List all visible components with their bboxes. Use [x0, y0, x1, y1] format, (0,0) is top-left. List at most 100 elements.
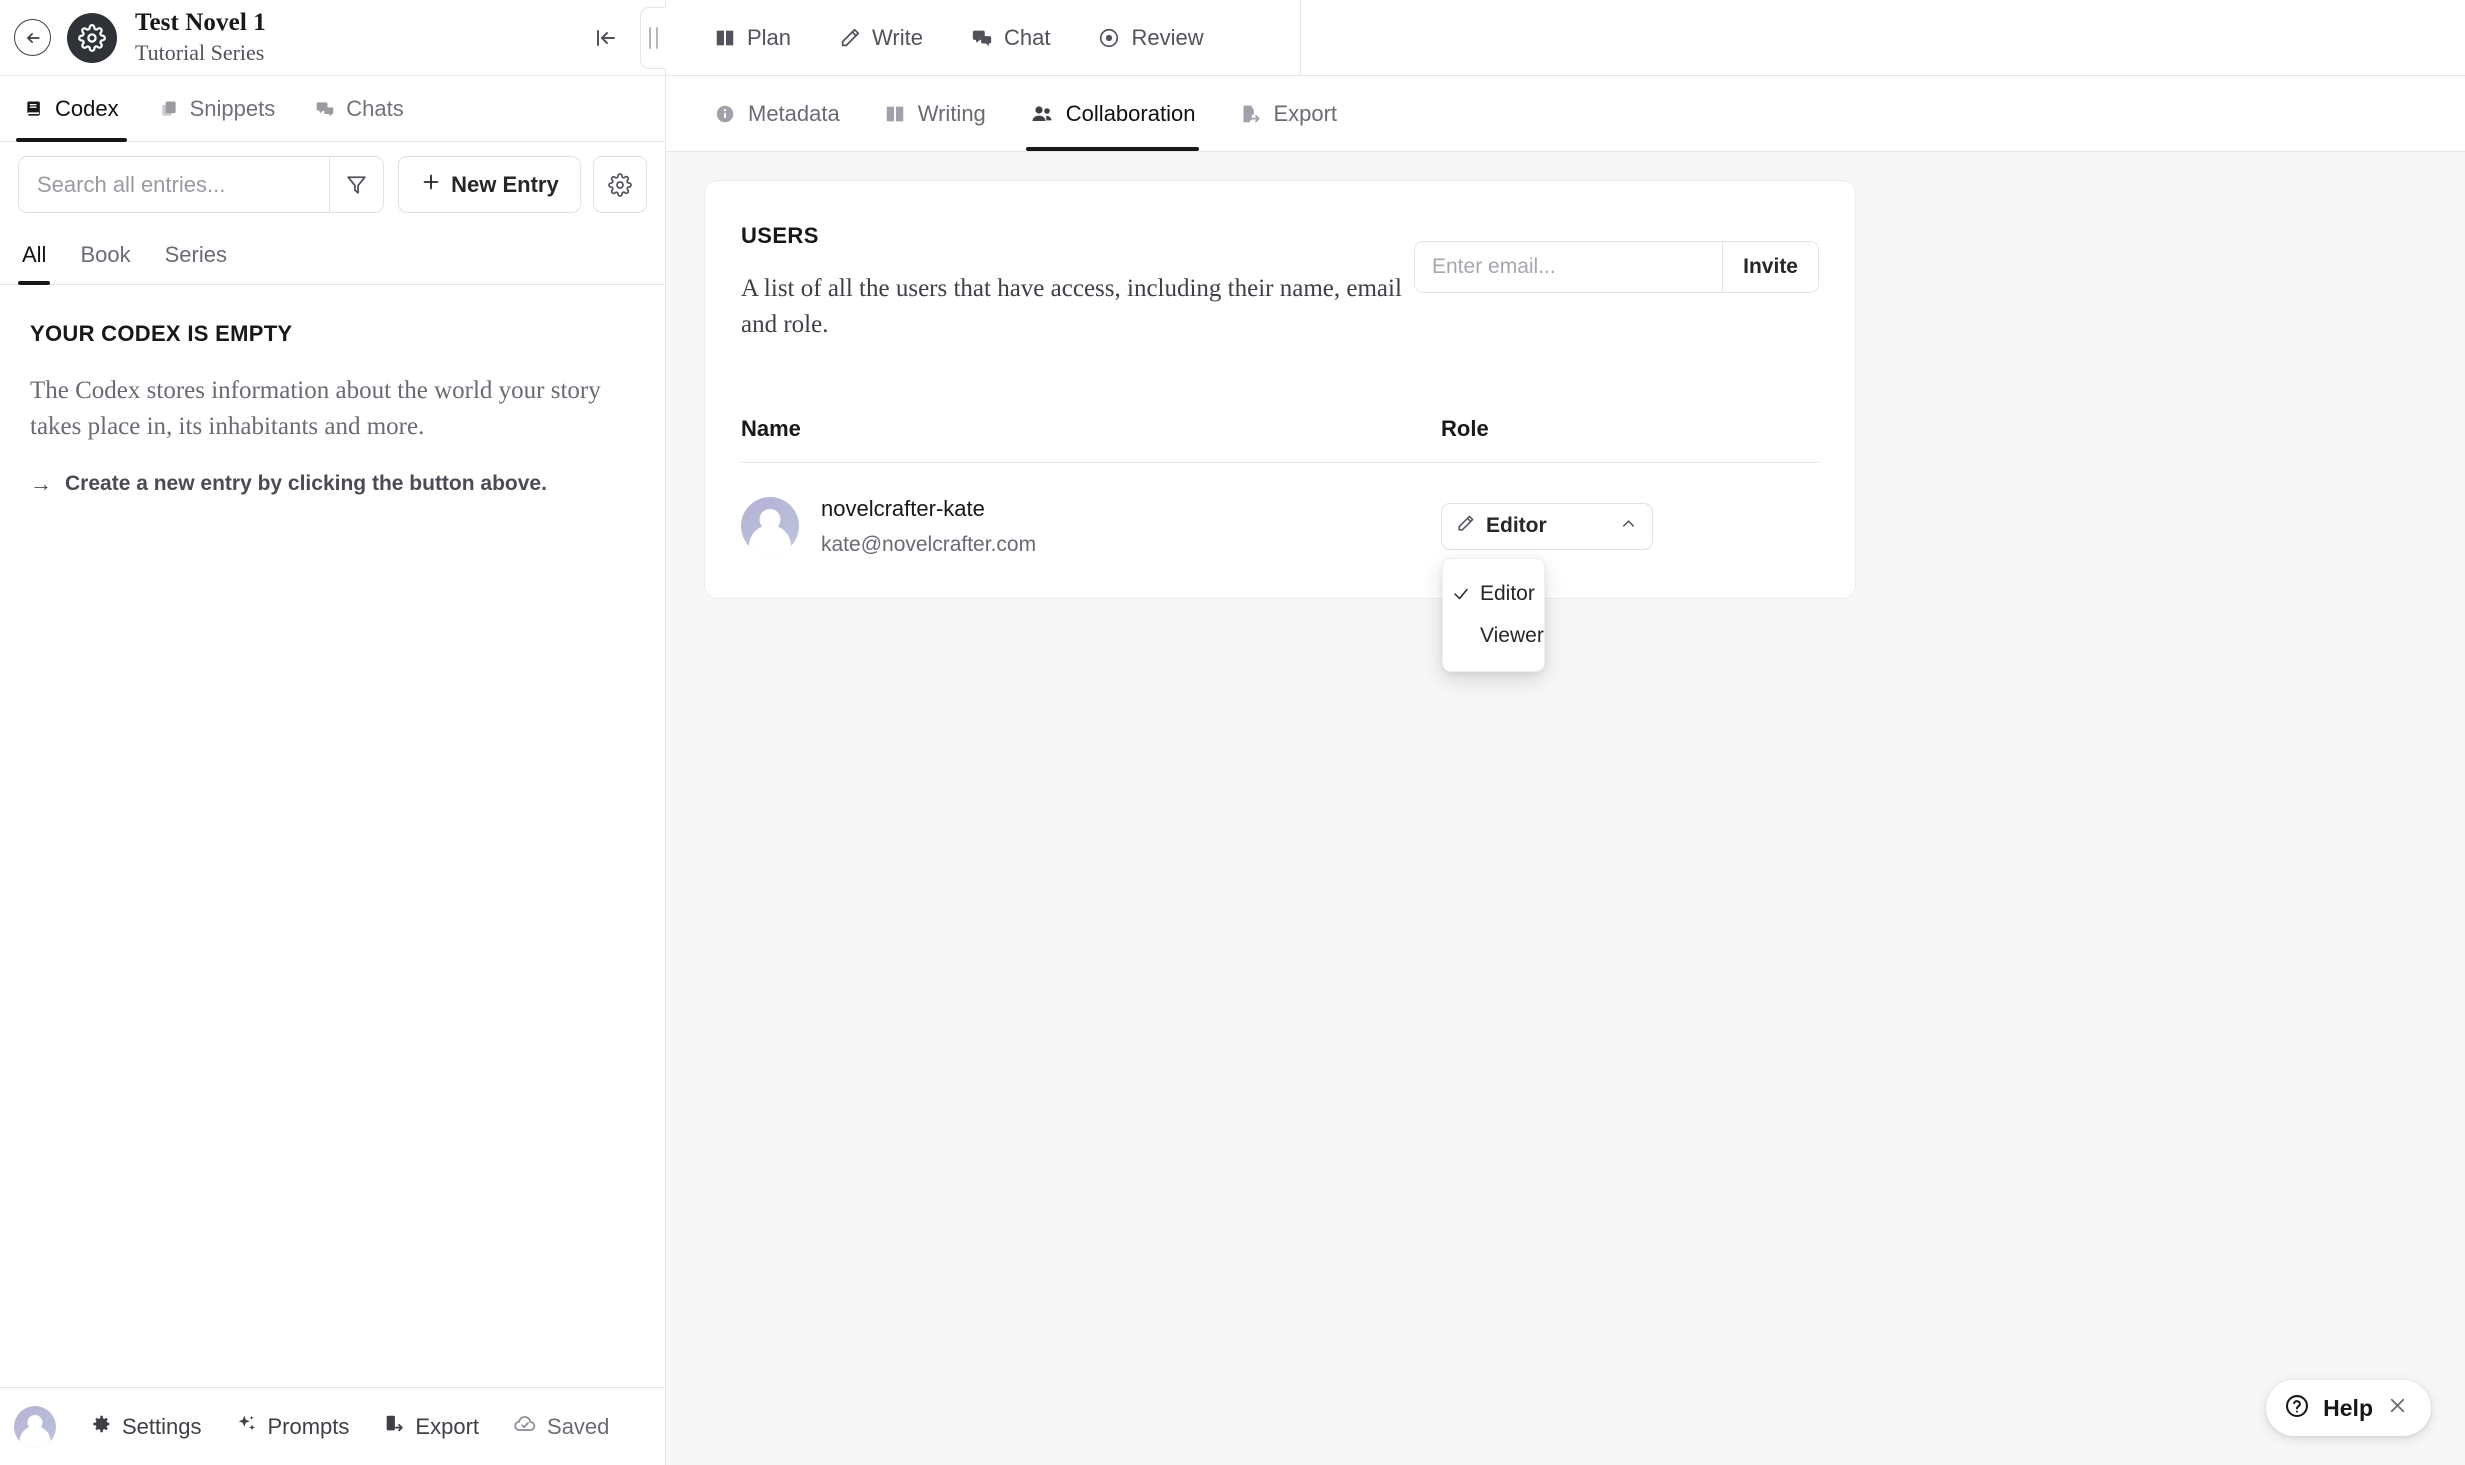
- top-nav-write[interactable]: Write: [839, 25, 923, 51]
- sub-nav-export[interactable]: Export: [1239, 76, 1337, 151]
- sub-nav-writing[interactable]: Writing: [884, 76, 986, 151]
- bottom-bar-export[interactable]: Export: [383, 1413, 479, 1441]
- pencil-icon: [1456, 514, 1475, 538]
- sub-nav-metadata-label: Metadata: [748, 100, 840, 126]
- top-nav-review[interactable]: Review: [1098, 24, 1204, 51]
- column-header-role: Role: [1441, 415, 1489, 441]
- project-titles: Test Novel 1 Tutorial Series: [135, 9, 586, 66]
- top-nav-chat[interactable]: Chat: [971, 25, 1050, 51]
- filter-tab-series-label: Series: [164, 241, 227, 267]
- sub-nav: Metadata Writing Collaboration Export: [666, 76, 2465, 152]
- project-series: Tutorial Series: [135, 39, 265, 65]
- bottom-bar-prompts[interactable]: Prompts: [236, 1413, 349, 1441]
- gear-icon[interactable]: [67, 12, 117, 63]
- empty-state-title: YOUR CODEX IS EMPTY: [30, 321, 293, 346]
- user-cell: novelcrafter-kate kate@novelcrafter.com: [741, 495, 1441, 559]
- bottom-bar-settings[interactable]: Settings: [90, 1413, 202, 1441]
- collapse-panel-icon[interactable]: [586, 18, 626, 58]
- top-nav-plan[interactable]: Plan: [714, 25, 791, 51]
- filter-tab-all-label: All: [22, 241, 47, 267]
- top-nav-review-label: Review: [1131, 24, 1204, 50]
- sidebar-tab-chats-label: Chats: [346, 95, 404, 121]
- invite-group: Invite: [1414, 241, 1819, 293]
- filter-tab-book-label: Book: [80, 241, 131, 267]
- arrow-right-icon: →: [30, 471, 52, 496]
- plus-icon: [420, 171, 442, 199]
- close-x-icon[interactable]: [2386, 1394, 2409, 1422]
- gear-icon: [90, 1413, 112, 1441]
- bottom-bar-export-label: Export: [415, 1413, 480, 1439]
- users-table-header: Name Role: [741, 416, 1819, 463]
- cloud-check-icon: [513, 1412, 537, 1442]
- avatar: [741, 497, 799, 556]
- role-option-editor-label: Editor: [1480, 581, 1535, 605]
- new-entry-button[interactable]: New Entry: [398, 156, 581, 213]
- sparkles-icon: [236, 1413, 258, 1441]
- main-panel: Plan Write Chat Review Metadata Writing …: [666, 0, 2465, 1465]
- back-arrow-icon[interactable]: [14, 19, 51, 56]
- codex-empty-state: YOUR CODEX IS EMPTY The Codex stores inf…: [0, 285, 665, 496]
- drag-handle-icon[interactable]: [640, 6, 666, 69]
- sub-nav-writing-label: Writing: [917, 100, 986, 126]
- user-identity: novelcrafter-kate kate@novelcrafter.com: [821, 495, 1036, 559]
- sub-nav-collaboration[interactable]: Collaboration: [1025, 76, 1200, 151]
- table-row: novelcrafter-kate kate@novelcrafter.com …: [741, 463, 1819, 672]
- invite-email-input[interactable]: [1415, 242, 1723, 292]
- sub-nav-export-label: Export: [1273, 100, 1338, 126]
- sidebar-tab-chats[interactable]: Chats: [313, 76, 405, 141]
- invite-button[interactable]: Invite: [1722, 242, 1818, 292]
- users-card-title: USERS: [741, 223, 819, 248]
- sidebar-tabs: Codex Snippets Chats: [0, 76, 665, 142]
- funnel-filter-icon[interactable]: [329, 156, 385, 213]
- empty-state-hint: → Create a new entry by clicking the but…: [30, 471, 635, 496]
- bottom-bar-settings-label: Settings: [122, 1413, 202, 1439]
- sub-nav-metadata[interactable]: Metadata: [714, 76, 840, 151]
- filter-tab-series[interactable]: Series: [165, 231, 227, 284]
- column-header-name: Name: [741, 415, 801, 441]
- top-nav-write-label: Write: [872, 24, 923, 50]
- project-name: Test Novel 1: [135, 8, 266, 36]
- help-widget[interactable]: Help: [2266, 1380, 2431, 1436]
- user-name: novelcrafter-kate: [821, 495, 985, 521]
- users-card-header: USERS A list of all the users that have …: [741, 223, 1819, 344]
- left-sidebar: Test Novel 1 Tutorial Series Codex Snipp…: [0, 0, 666, 1465]
- role-dropdown-menu: Editor Viewer: [1442, 557, 1545, 672]
- search-input[interactable]: [37, 171, 311, 198]
- content-area: USERS A list of all the users that have …: [666, 152, 2465, 1465]
- app-root: Test Novel 1 Tutorial Series Codex Snipp…: [0, 0, 2465, 1465]
- top-nav: Plan Write Chat Review: [666, 0, 2465, 76]
- role-option-editor[interactable]: Editor: [1443, 573, 1544, 615]
- file-export-icon: [383, 1413, 405, 1441]
- top-nav-plan-label: Plan: [747, 24, 792, 50]
- top-nav-chat-label: Chat: [1003, 24, 1051, 50]
- users-card-description: A list of all the users that have access…: [741, 275, 1402, 339]
- avatar[interactable]: [14, 1405, 56, 1448]
- header-tools: [586, 6, 666, 69]
- filter-tab-book[interactable]: Book: [80, 231, 130, 284]
- users-card: USERS A list of all the users that have …: [704, 180, 1856, 672]
- sidebar-tab-snippets[interactable]: Snippets: [157, 76, 278, 141]
- top-nav-divider: [1299, 0, 2465, 75]
- role-option-viewer[interactable]: Viewer: [1443, 615, 1544, 657]
- role-option-viewer-label: Viewer: [1480, 623, 1544, 647]
- sidebar-tab-codex[interactable]: Codex: [16, 76, 127, 142]
- users-card-text: USERS A list of all the users that have …: [741, 223, 1414, 344]
- question-circle-icon: [2284, 1393, 2310, 1424]
- empty-state-hint-label: Create a new entry by clicking the butto…: [65, 472, 547, 495]
- user-email: kate@novelcrafter.com: [821, 533, 1037, 557]
- role-select-label: Editor: [1486, 514, 1547, 538]
- empty-state-description: The Codex stores information about the w…: [30, 377, 601, 440]
- bottom-bar-saved-label: Saved: [547, 1413, 610, 1439]
- codex-filter-tabs: All Book Series: [0, 223, 665, 285]
- sidebar-tab-snippets-label: Snippets: [189, 95, 276, 121]
- sub-nav-collaboration-label: Collaboration: [1065, 100, 1196, 126]
- filter-tab-all[interactable]: All: [17, 231, 51, 285]
- codex-settings-gear-icon[interactable]: [592, 156, 647, 213]
- new-entry-label: New Entry: [451, 171, 559, 197]
- top-nav-items: Plan Write Chat Review: [714, 25, 1204, 51]
- role-select-button[interactable]: Editor: [1441, 502, 1653, 550]
- chevron-up-icon: [1619, 514, 1638, 538]
- bottom-bar-saved: Saved: [513, 1412, 609, 1442]
- search-input-wrapper: [18, 156, 330, 213]
- role-cell: Editor Editor Viewer: [1441, 502, 1653, 672]
